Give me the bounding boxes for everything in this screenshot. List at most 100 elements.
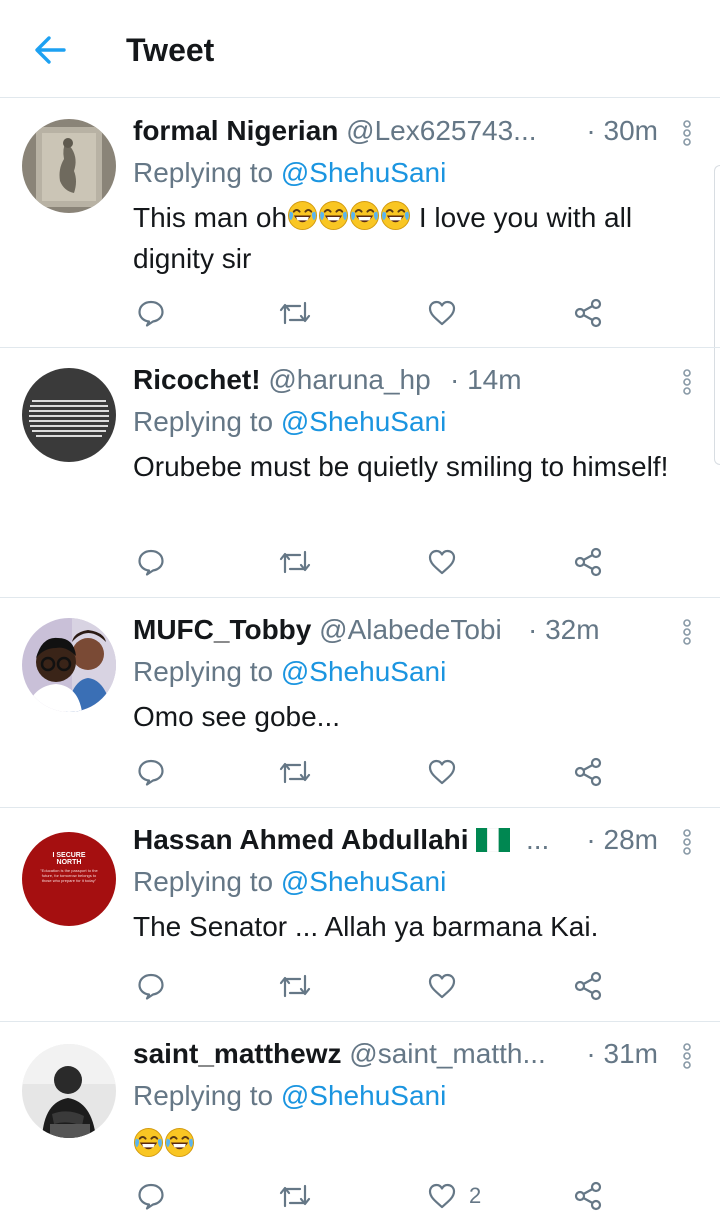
share-button[interactable] [572,1176,604,1216]
comment-icon [138,549,164,576]
more-options-icon[interactable] [680,119,694,147]
author-name[interactable]: Ricochet! [133,364,261,395]
reply-tweet[interactable]: saint_matthewz @saint_matth... · 31m Rep… [0,1022,720,1232]
avatar-quote: "Education is the passport to the future… [40,868,98,883]
nigeria-flag-icon [476,827,511,853]
retweet-icon [279,974,311,998]
replying-to: Replying to @ShehuSani [133,656,447,687]
reply-button[interactable] [136,752,166,792]
reply-button[interactable] [136,293,166,333]
share-button[interactable] [572,966,604,1006]
retweet-button[interactable] [278,966,312,1006]
like-button[interactable] [427,542,469,582]
reply-tweet[interactable]: formal Nigerian @Lex625743... · 30m Repl… [0,99,720,348]
avatar[interactable] [22,618,116,712]
mention-link[interactable]: @ShehuSani [281,1080,446,1111]
share-icon [574,971,602,1001]
more-options-icon[interactable] [680,828,694,856]
retweet-button[interactable] [278,1176,312,1216]
share-icon [574,757,602,787]
heart-icon [428,549,456,575]
tweet-text: Omo see gobe... [133,701,341,732]
author-handle[interactable]: @AlabedeTobi [319,614,502,645]
avatar[interactable] [22,119,116,213]
reply-button[interactable] [136,966,166,1006]
heart-icon [428,1183,456,1209]
joy-emoji-icon [349,200,380,231]
reply-button[interactable] [136,542,166,582]
page-title: Tweet [126,32,215,68]
more-options-icon[interactable] [680,368,694,396]
author-handle[interactable]: @saint_matth... [349,1038,546,1069]
heart-icon [428,759,456,785]
author-handle[interactable]: ... [526,822,549,858]
more-options-icon[interactable] [680,618,694,646]
mention-link[interactable]: @ShehuSani [281,157,446,188]
mention-link[interactable]: @ShehuSani [281,656,446,687]
author-handle[interactable]: @haruna_hp [268,364,430,395]
like-count: 2 [469,1183,482,1208]
joy-emoji-icon [287,200,318,231]
tweet-text: The Senator ... Allah ya barmana Kai. [133,911,599,942]
timestamp: · 14m [450,364,522,395]
retweet-button[interactable] [278,542,312,582]
mention-link[interactable]: @ShehuSani [281,866,446,897]
author-name[interactable]: MUFC_Tobby [133,614,311,645]
avatar[interactable]: I SECURE NORTH "Education is the passpor… [22,832,116,926]
share-icon [574,298,602,328]
like-button[interactable] [427,293,469,333]
reply-tweet[interactable]: I SECURE NORTH "Education is the passpor… [0,808,720,1022]
like-button[interactable] [427,752,469,792]
tweet-actions [0,542,720,582]
joy-emoji-icon [164,1127,195,1158]
tweet-text: Orubebe must be quietly smiling to himse… [133,451,669,482]
share-icon [574,547,602,577]
author-handle[interactable]: @Lex625743... [346,115,536,146]
like-button[interactable]: 2 [427,1176,481,1216]
author-name[interactable]: Hassan Ahmed Abdullahi [133,824,469,855]
heart-icon [428,300,456,326]
share-icon [574,1181,602,1211]
timestamp: · 32m [528,614,600,645]
joy-emoji-icon [380,200,411,231]
retweet-button[interactable] [278,293,312,333]
avatar[interactable] [22,368,116,462]
comment-icon [138,300,164,327]
share-button[interactable] [572,293,604,333]
author-name[interactable]: formal Nigerian [133,115,338,146]
reply-button[interactable] [136,1176,166,1216]
avatar[interactable] [22,1044,116,1138]
like-button[interactable] [427,966,469,1006]
reply-tweet[interactable]: MUFC_Tobby @AlabedeTobi · 32m Replying t… [0,598,720,808]
back-button[interactable] [30,30,70,70]
joy-emoji-icon [133,1127,164,1158]
retweet-icon [279,301,311,325]
timestamp: · 28m [586,824,658,855]
arrow-left-icon [35,36,66,64]
tweet-actions [0,752,720,792]
heart-icon [428,973,456,999]
timestamp: · 30m [586,115,658,146]
avatar-title: I SECURE NORTH [52,852,86,866]
comment-icon [138,759,164,786]
tweet-text [133,1124,700,1165]
timestamp: · 31m [586,1038,658,1069]
top-bar: Tweet [0,0,720,98]
retweet-icon [279,1184,311,1208]
author-line: Hassan Ahmed Abdullahi [133,822,550,858]
share-button[interactable] [572,752,604,792]
author-name[interactable]: saint_matthewz [133,1038,342,1069]
replying-to: Replying to @ShehuSani [133,866,447,897]
retweet-icon [279,550,311,574]
replying-to: Replying to @ShehuSani [133,406,447,437]
retweet-button[interactable] [278,752,312,792]
reply-tweet[interactable]: Ricochet! @haruna_hp · 14m Replying to @… [0,348,720,598]
tweet-text: This man oh I love you with all dignity … [133,200,633,274]
tweet-actions [0,966,720,1006]
author-line: saint_matthewz @saint_matth... [133,1036,600,1072]
author-line: formal Nigerian @Lex625743... [133,113,600,149]
tweet-actions: 2 [0,1176,720,1216]
mention-link[interactable]: @ShehuSani [281,406,446,437]
share-button[interactable] [572,542,604,582]
more-options-icon[interactable] [680,1042,694,1070]
